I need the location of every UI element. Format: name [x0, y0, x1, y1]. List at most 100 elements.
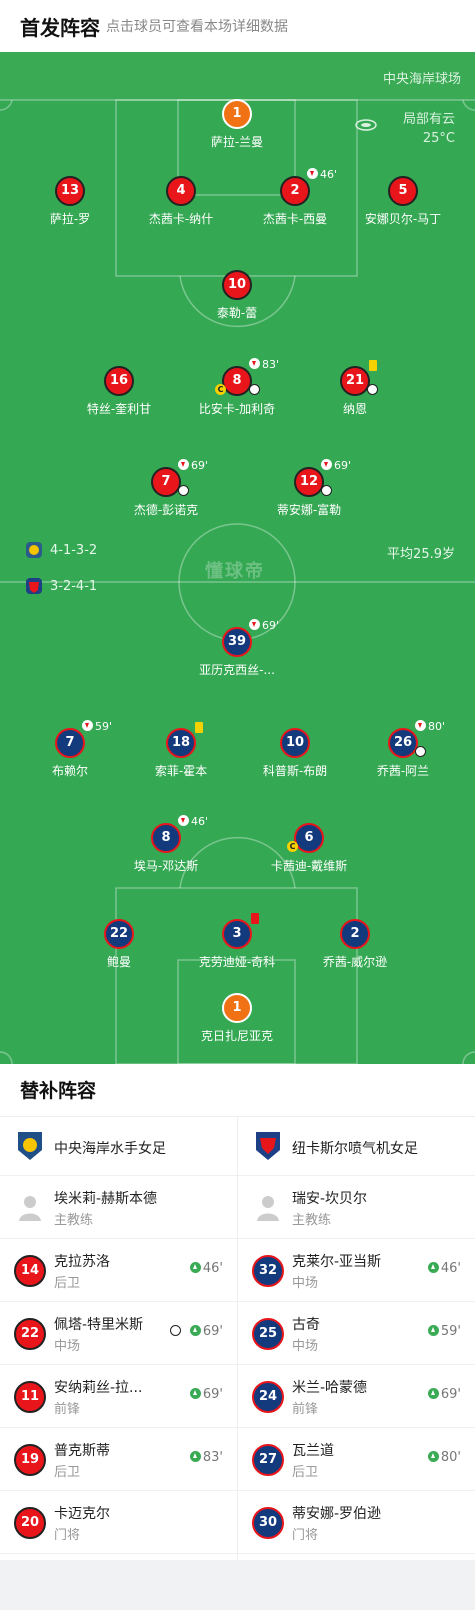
lineup-header: 首发阵容 点击球员可查看本场详细数据 — [0, 0, 475, 52]
player-home-gk[interactable]: 1 萨拉-兰曼 — [182, 99, 292, 150]
player-name: 亚历克西丝-... — [199, 663, 275, 677]
sub-name: 克莱尔-亚当斯 — [292, 1254, 382, 1270]
sub-position: 后卫 — [54, 1465, 81, 1480]
coach-avatar-icon — [19, 1196, 41, 1221]
player-home[interactable]: 13 萨拉-罗 — [15, 176, 125, 227]
player-name: 萨拉-兰曼 — [210, 135, 264, 149]
player-away[interactable]: 10 科普斯-布朗 — [240, 728, 350, 779]
player-away[interactable]: 8 46' 埃马-邓达斯 — [111, 815, 221, 874]
goal-ball-icon — [321, 485, 332, 496]
player-number: 18 — [166, 728, 196, 758]
sub-name: 瓦兰道 — [292, 1443, 334, 1459]
sub-name: 克拉苏洛 — [54, 1254, 110, 1270]
sub-number: 20 — [14, 1507, 46, 1539]
substitution-out-icon: 46' — [178, 815, 208, 828]
sub-in-icon — [189, 1451, 201, 1462]
page-subtitle: 点击球员可查看本场详细数据 — [106, 19, 288, 35]
player-home[interactable]: 10 泰勒-蕾 — [182, 270, 292, 321]
sub-number: 25 — [252, 1318, 284, 1350]
player-name: 卡茜迪-戴维斯 — [270, 859, 348, 873]
player-home[interactable]: 5 安娜贝尔-马丁 — [348, 176, 458, 227]
sub-position: 中场 — [292, 1276, 319, 1291]
stadium-icon — [355, 119, 377, 131]
player-home[interactable]: 21 纳恩 — [300, 360, 410, 417]
sub-row[interactable]: 24 米兰-哈蒙德 前锋 69' — [238, 1365, 475, 1428]
sub-number: 14 — [14, 1255, 46, 1287]
page-title: 首发阵容 — [20, 16, 100, 40]
coach-name: 瑞安-坎贝尔 — [292, 1191, 368, 1207]
player-name: 索菲-霍本 — [154, 764, 208, 778]
home-team-name: 中央海岸水手女足 — [54, 1141, 166, 1157]
sub-in-time: 69' — [189, 1324, 223, 1339]
away-team-name: 纽卡斯尔喷气机女足 — [292, 1141, 418, 1157]
player-number: 2 — [340, 919, 370, 949]
player-number: 5 — [388, 176, 418, 206]
away-bench-column: 纽卡斯尔喷气机女足 瑞安-坎贝尔 主教练 32 克莱尔-亚当斯 中场 46' 25 古奇… — [238, 1116, 475, 1554]
player-away[interactable]: 39 69' 亚历克西丝-... — [182, 619, 292, 678]
home-bench-column: 中央海岸水手女足 埃米莉-赫斯本德 主教练 14 克拉苏洛后卫 46' 22 佩塔-特… — [0, 1116, 237, 1554]
player-home[interactable]: 4 杰茜卡-纳什 — [126, 176, 236, 227]
away-coach-row[interactable]: 瑞安-坎贝尔 主教练 — [238, 1176, 475, 1239]
sub-in-time: 46' — [427, 1261, 461, 1276]
sub-position: 中场 — [54, 1339, 81, 1354]
player-away[interactable]: 18 索菲-霍本 — [126, 722, 236, 779]
player-number: 4 — [166, 176, 196, 206]
home-team-row[interactable]: 中央海岸水手女足 — [0, 1116, 237, 1176]
player-home[interactable]: 8 83' C 比安卡-加利奇 — [182, 358, 292, 417]
player-away[interactable]: 3 克劳迪娅-奇科 — [182, 913, 292, 970]
sub-name: 蒂安娜-罗伯逊 — [292, 1506, 382, 1522]
sub-number: 19 — [14, 1444, 46, 1476]
substitution-out-icon: 69' — [249, 619, 279, 632]
player-away[interactable]: 7 59' 布赖尔 — [15, 720, 125, 779]
sub-row[interactable]: 22 佩塔-特里米斯 中场 69' — [0, 1302, 237, 1365]
sub-position: 后卫 — [54, 1276, 81, 1291]
sub-number: 22 — [14, 1318, 46, 1350]
player-name: 克日扎尼亚克 — [200, 1029, 273, 1043]
player-away-gk[interactable]: 1 克日扎尼亚克 — [182, 993, 292, 1044]
player-home[interactable]: 7 69' 杰德-彭诺克 — [111, 459, 221, 518]
substitution-out-icon: 69' — [321, 459, 351, 472]
player-name: 鲍曼 — [106, 955, 131, 969]
sub-number: 11 — [14, 1381, 46, 1413]
substitution-out-icon: 69' — [178, 459, 208, 472]
player-away[interactable]: 2 乔茜-威尔逊 — [300, 919, 410, 970]
player-name: 安娜贝尔-马丁 — [364, 212, 442, 226]
sub-in-time: 59' — [427, 1324, 461, 1339]
player-name: 特丝-奎利甘 — [86, 402, 152, 416]
sub-in-time: 69' — [427, 1387, 461, 1402]
sub-row[interactable]: 27 瓦兰道 后卫 80' — [238, 1428, 475, 1491]
player-name: 克劳迪娅-奇科 — [198, 955, 276, 969]
sub-number: 24 — [252, 1381, 284, 1413]
player-name: 蒂安娜-富勒 — [276, 503, 342, 517]
player-away[interactable]: 26 80' 乔茜-阿兰 — [348, 720, 458, 779]
player-number: 26 — [388, 728, 418, 758]
sub-row[interactable]: 19 普克斯蒂 后卫 83' — [0, 1428, 237, 1491]
player-away[interactable]: 6 C 卡茜迪-戴维斯 — [254, 823, 364, 874]
sub-name: 佩塔-特里米斯 — [54, 1317, 144, 1333]
captain-badge: C — [287, 841, 298, 852]
sub-row[interactable]: 30 蒂安娜-罗伯逊 门将 — [238, 1491, 475, 1554]
away-formation: 3-2-4-1 — [50, 579, 98, 594]
sub-in-time: 46' — [189, 1261, 223, 1276]
sub-in-icon — [427, 1388, 439, 1399]
player-away[interactable]: 22 鲍曼 — [64, 919, 174, 970]
sub-row[interactable]: 14 克拉苏洛后卫 46' — [0, 1239, 237, 1302]
player-name: 杰德-彭诺克 — [133, 503, 199, 517]
home-formation: 4-1-3-2 — [50, 543, 98, 558]
goal-ball-icon — [249, 384, 260, 395]
player-home[interactable]: 2 46' 杰茜卡-西曼 — [240, 168, 350, 227]
player-number: 10 — [222, 270, 252, 300]
away-team-row[interactable]: 纽卡斯尔喷气机女足 — [238, 1116, 475, 1176]
player-home[interactable]: 16 特丝-奎利甘 — [64, 366, 174, 417]
player-name: 杰茜卡-西曼 — [262, 212, 328, 226]
sub-row[interactable]: 11 安纳莉丝-拉... 前锋 69' — [0, 1365, 237, 1428]
sub-row[interactable]: 25 古奇 中场 59' — [238, 1302, 475, 1365]
player-name: 泰勒-蕾 — [216, 306, 258, 320]
player-home[interactable]: 12 69' 蒂安娜-富勒 — [254, 459, 364, 518]
venue-name: 中央海岸球场 — [382, 72, 461, 87]
sub-row[interactable]: 32 克莱尔-亚当斯 中场 46' — [238, 1239, 475, 1302]
sub-name: 卡迈克尔 — [54, 1506, 110, 1522]
home-coach-row[interactable]: 埃米莉-赫斯本德 主教练 — [0, 1176, 237, 1239]
sub-number: 30 — [252, 1507, 284, 1539]
sub-row[interactable]: 20 卡迈克尔 门将 — [0, 1491, 237, 1554]
